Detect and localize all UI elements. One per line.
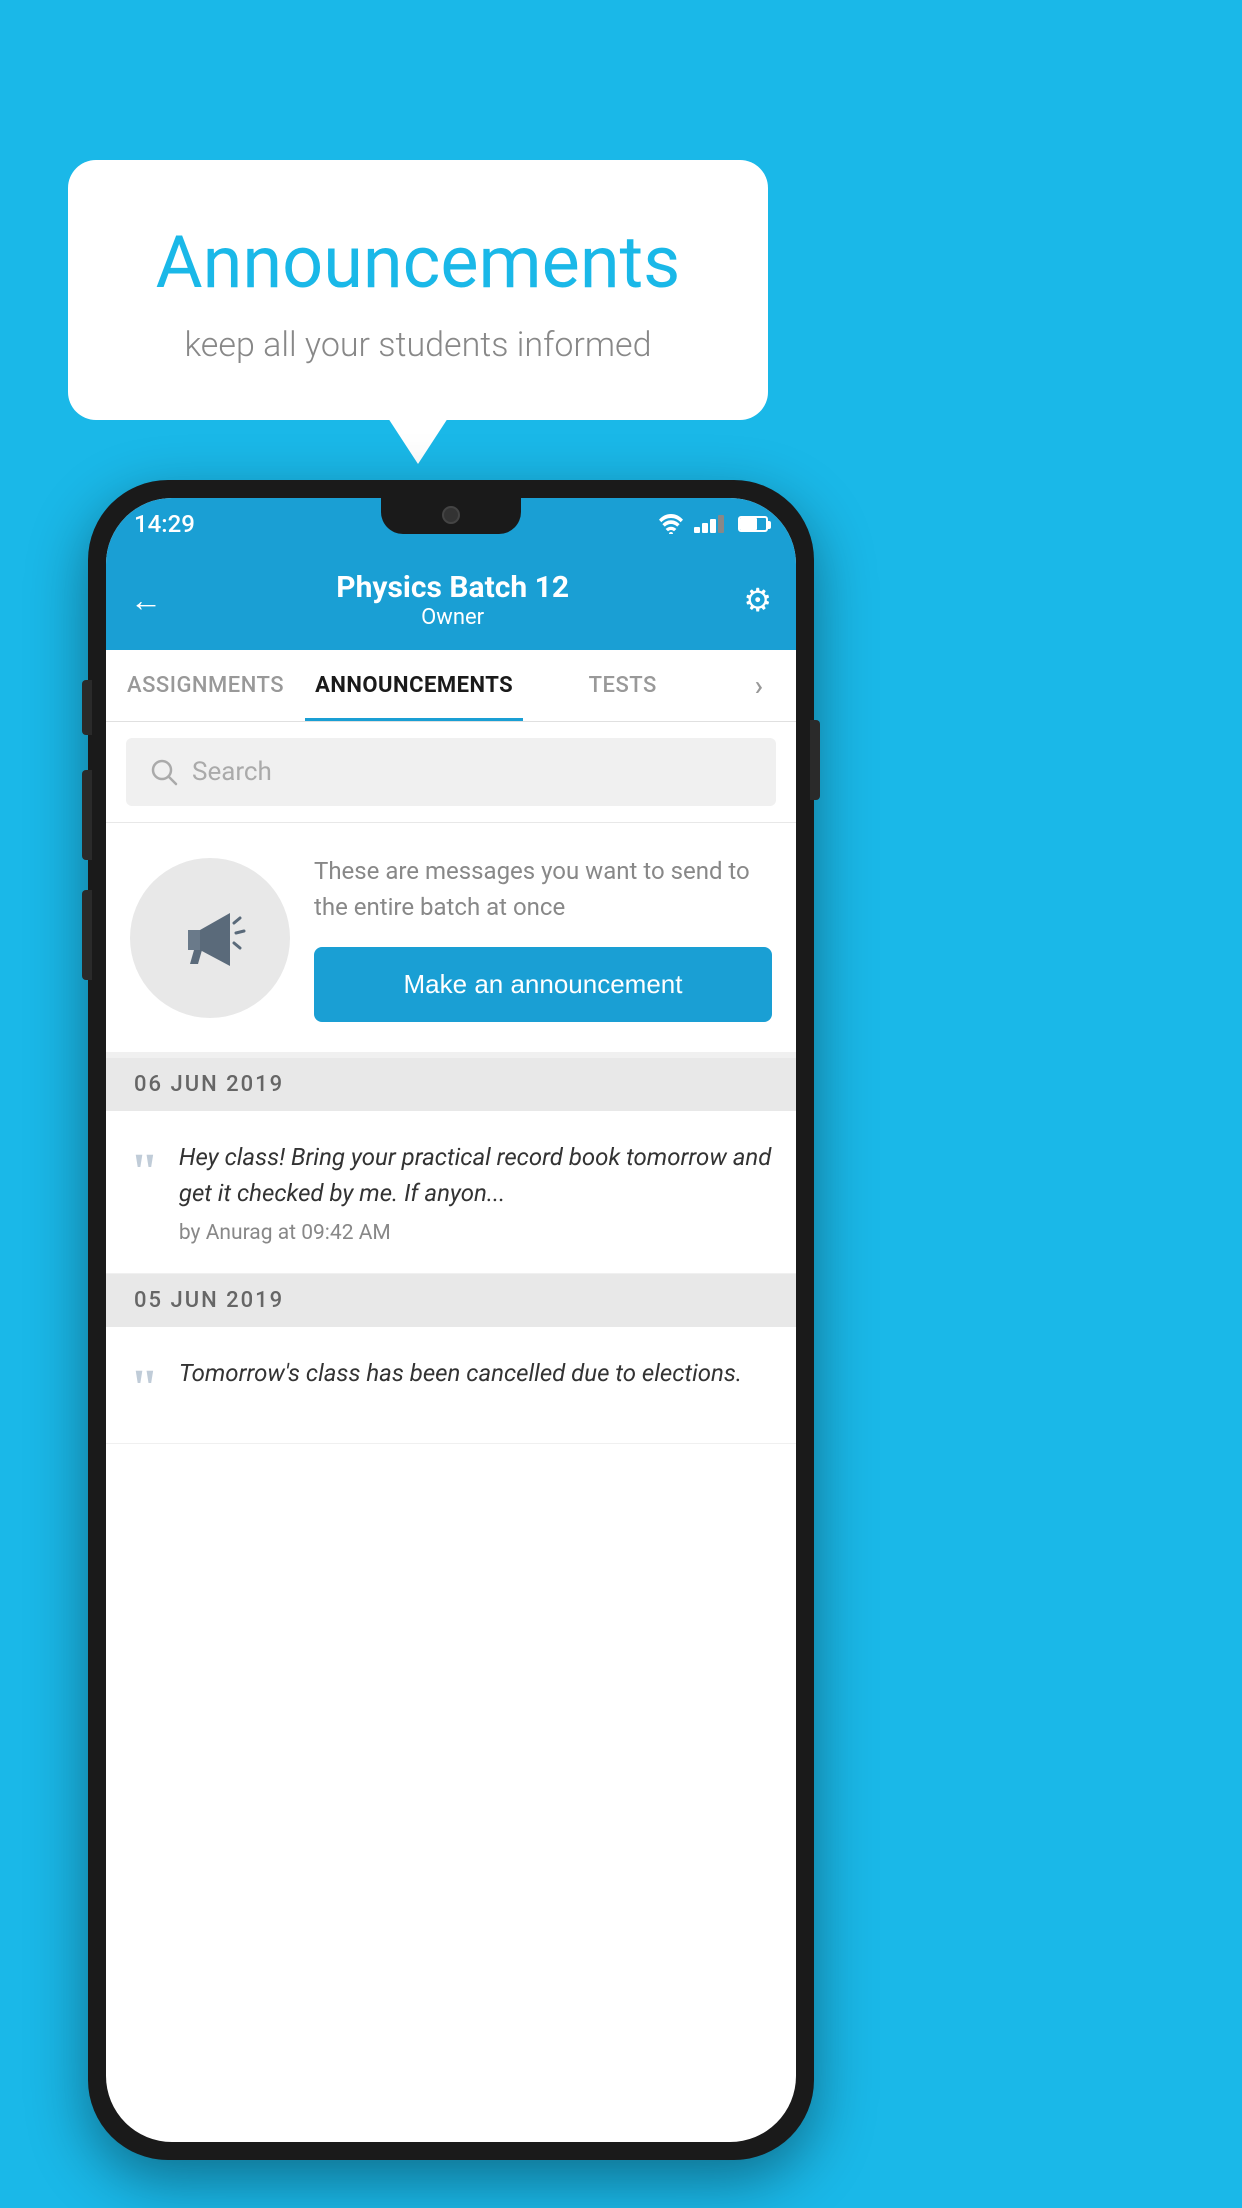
phone-screen: 14:29 bbox=[106, 498, 796, 2142]
settings-button[interactable]: ⚙ bbox=[743, 581, 772, 619]
wifi-icon bbox=[658, 514, 684, 534]
status-icons bbox=[658, 514, 768, 534]
phone-mockup: 14:29 bbox=[88, 480, 814, 2160]
megaphone-icon bbox=[170, 898, 250, 978]
announcement-description: These are messages you want to send to t… bbox=[314, 853, 772, 925]
app-header: ← Physics Batch 12 Owner ⚙ bbox=[106, 550, 796, 650]
search-placeholder: Search bbox=[192, 757, 272, 787]
make-announcement-button[interactable]: Make an announcement bbox=[314, 947, 772, 1022]
announcement-message-2: Tomorrow's class has been cancelled due … bbox=[179, 1355, 772, 1391]
tab-assignments[interactable]: ASSIGNMENTS bbox=[106, 650, 305, 721]
speech-bubble-subtitle: keep all your students informed bbox=[118, 325, 718, 365]
tab-announcements[interactable]: ANNOUNCEMENTS bbox=[305, 650, 523, 721]
speech-bubble-title: Announcements bbox=[118, 220, 718, 305]
announcement-text-section-2: Tomorrow's class has been cancelled due … bbox=[179, 1355, 772, 1401]
speech-bubble-section: Announcements keep all your students inf… bbox=[68, 160, 768, 420]
tab-more[interactable]: › bbox=[722, 650, 796, 721]
quote-icon-1: " bbox=[130, 1147, 159, 1199]
search-icon bbox=[150, 758, 178, 786]
owner-label: Owner bbox=[162, 605, 743, 630]
batch-name: Physics Batch 12 bbox=[162, 570, 743, 605]
phone-outer: 14:29 bbox=[88, 480, 814, 2160]
announcement-text-section-1: Hey class! Bring your practical record b… bbox=[179, 1139, 772, 1245]
signal-icon bbox=[694, 515, 724, 533]
date-divider-2: 05 JUN 2019 bbox=[106, 1274, 796, 1327]
date-divider-1: 06 JUN 2019 bbox=[106, 1058, 796, 1111]
notch bbox=[381, 498, 521, 534]
announcement-message-1: Hey class! Bring your practical record b… bbox=[179, 1139, 772, 1211]
battery-icon bbox=[738, 516, 768, 532]
quote-icon-2: " bbox=[130, 1363, 159, 1415]
camera bbox=[442, 506, 460, 524]
announcement-item-2[interactable]: " Tomorrow's class has been cancelled du… bbox=[106, 1327, 796, 1444]
announcement-meta-1: by Anurag at 09:42 AM bbox=[179, 1221, 772, 1245]
search-bar[interactable]: Search bbox=[126, 738, 776, 806]
announcement-item-1[interactable]: " Hey class! Bring your practical record… bbox=[106, 1111, 796, 1274]
tab-tests[interactable]: TESTS bbox=[523, 650, 722, 721]
announcement-right: These are messages you want to send to t… bbox=[314, 853, 772, 1022]
announcement-prompt: These are messages you want to send to t… bbox=[106, 822, 796, 1058]
mute-button bbox=[82, 680, 92, 735]
back-button[interactable]: ← bbox=[130, 581, 162, 619]
screen-content: Search bbox=[106, 722, 796, 2142]
search-bar-container: Search bbox=[106, 722, 796, 822]
status-time: 14:29 bbox=[134, 510, 195, 538]
header-title-section: Physics Batch 12 Owner bbox=[162, 570, 743, 630]
power-button bbox=[810, 720, 820, 800]
volume-down-button bbox=[82, 890, 92, 980]
volume-up-button bbox=[82, 770, 92, 860]
tab-bar: ASSIGNMENTS ANNOUNCEMENTS TESTS › bbox=[106, 650, 796, 722]
announcement-icon-circle bbox=[130, 858, 290, 1018]
speech-bubble: Announcements keep all your students inf… bbox=[68, 160, 768, 420]
